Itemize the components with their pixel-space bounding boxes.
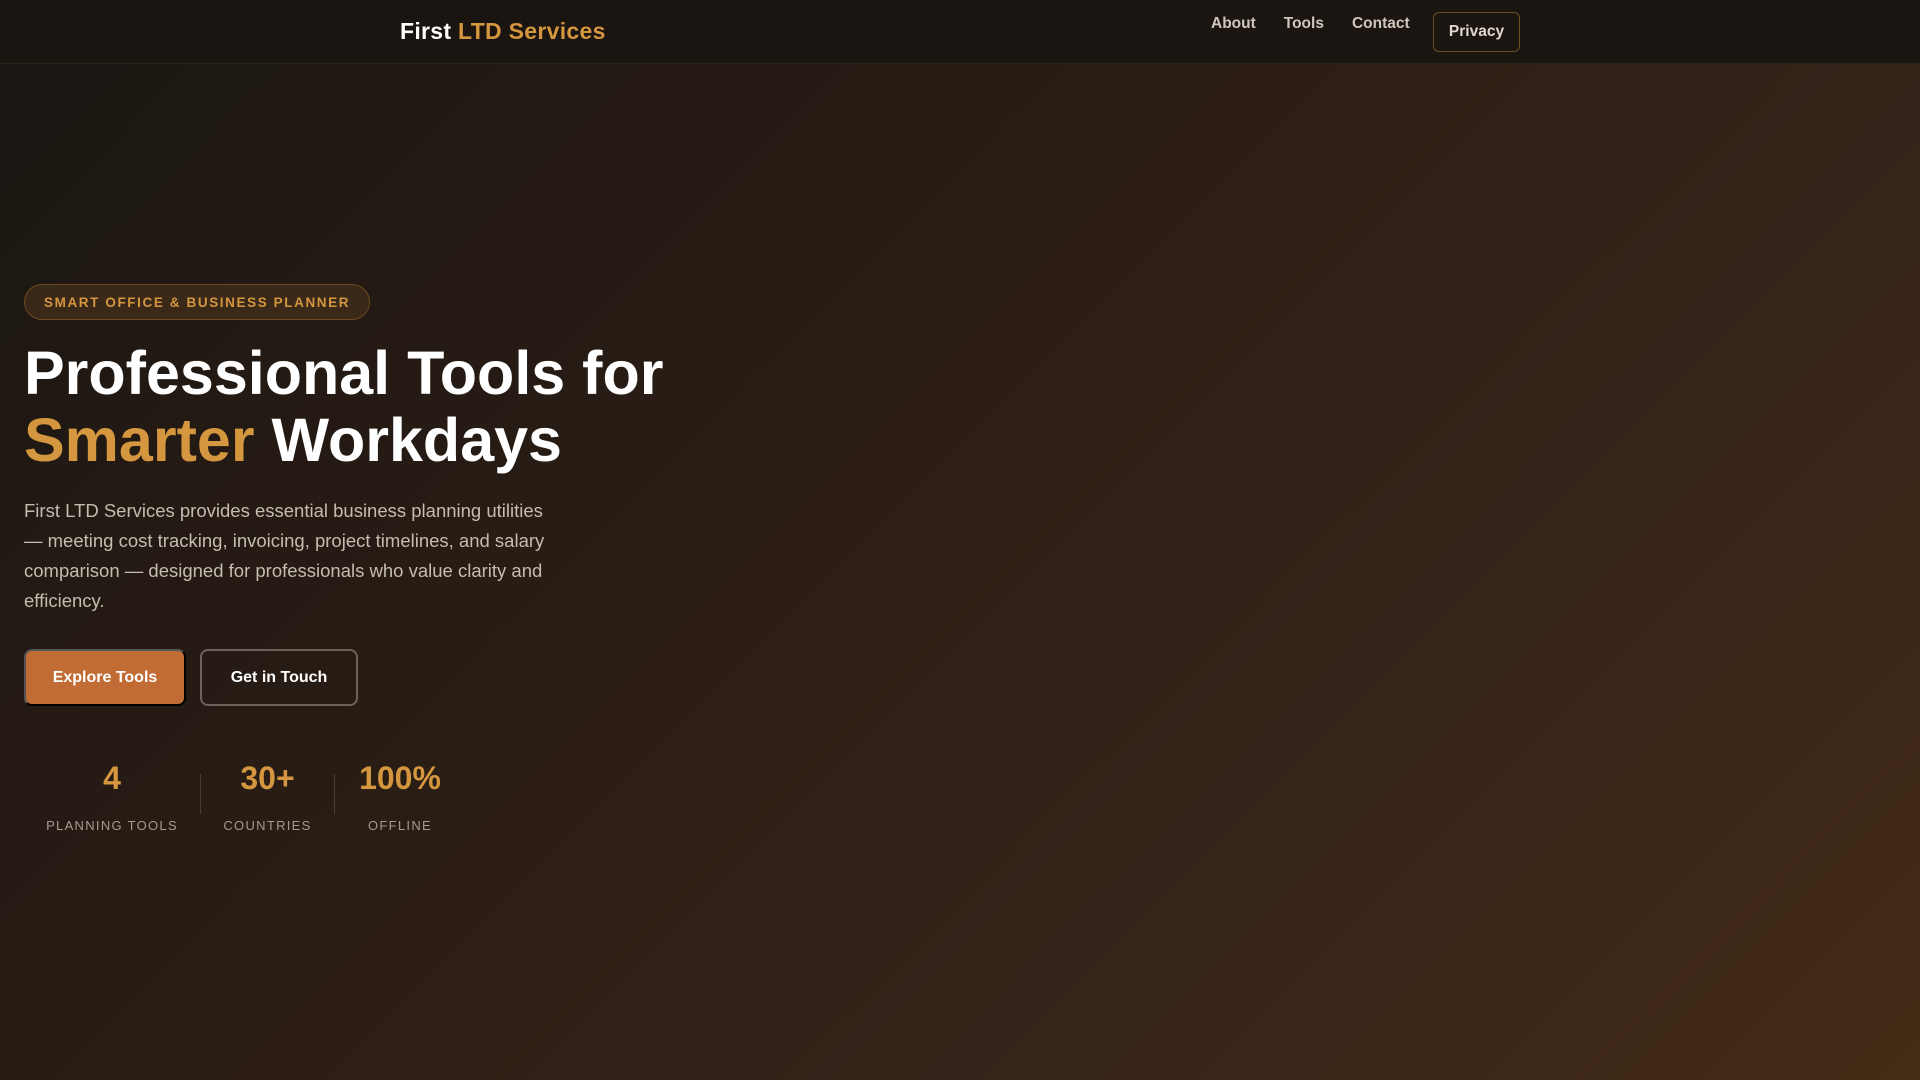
logo-accent: LTD Services: [458, 18, 606, 44]
hero-title: Professional Tools for Smarter Workdays: [24, 340, 663, 474]
stat-countries: 30+ COUNTRIES: [201, 760, 334, 833]
logo[interactable]: First LTD Services: [400, 18, 606, 45]
stat-value: 4: [103, 760, 121, 796]
title-accent: Smarter: [24, 406, 255, 474]
nav-tools[interactable]: Tools: [1284, 15, 1324, 33]
stat-label: OFFLINE: [368, 818, 432, 833]
stat-offline: 100% OFFLINE: [335, 760, 465, 833]
nav-contact[interactable]: Contact: [1352, 15, 1410, 33]
explore-tools-button[interactable]: Explore Tools: [24, 649, 186, 706]
top-nav: First LTD Services About Tools Contact P…: [0, 0, 1920, 64]
title-line1: Professional Tools for: [24, 339, 664, 407]
title-rest: Workdays: [271, 406, 562, 474]
hero-description: First LTD Services provides essential bu…: [24, 500, 545, 611]
stat-planning-tools: 4 PLANNING TOOLS: [24, 760, 200, 833]
get-in-touch-button[interactable]: Get in Touch: [200, 649, 358, 706]
stat-value: 100%: [359, 760, 441, 796]
nav-about[interactable]: About: [1211, 15, 1256, 33]
nav-links: About Tools Contact: [1211, 15, 1410, 33]
privacy-button[interactable]: Privacy: [1433, 12, 1520, 52]
stat-label: PLANNING TOOLS: [46, 818, 178, 833]
hero-badge: SMART OFFICE & BUSINESS PLANNER: [24, 284, 371, 320]
logo-first: First: [400, 18, 452, 44]
stat-value: 30+: [240, 760, 295, 796]
stat-label: COUNTRIES: [223, 818, 312, 833]
